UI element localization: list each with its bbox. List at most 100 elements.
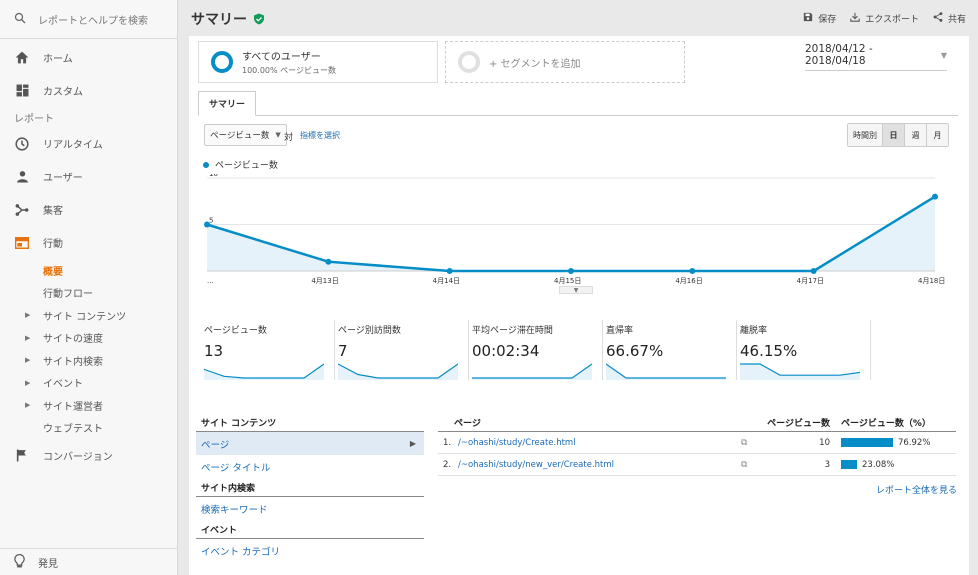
x-tick-label: 4月15日 [554, 277, 581, 285]
metric-dropdown[interactable]: ページビュー数 ▼ [204, 124, 287, 146]
select-metric-link[interactable]: 指標を選択 [300, 130, 340, 141]
x-tick-label: ... [207, 277, 214, 285]
open-link-icon[interactable]: ⧉ [741, 460, 765, 470]
dimension-link[interactable]: イベント カテゴリ [196, 539, 424, 562]
page-title: サマリー [191, 11, 247, 28]
search-label: レポートとヘルプを検索 [38, 15, 148, 27]
scorecard[interactable]: 直帰率 66.67% [603, 320, 737, 380]
nav-discover[interactable]: 発見 [0, 548, 178, 575]
table-body: 1./~ohashi/study/Create.html ⧉ 10 76.92% 2. /… [438, 432, 956, 476]
nav-users[interactable]: ユーザー [0, 160, 177, 193]
nav-acquisition[interactable]: 集客 [0, 193, 177, 226]
nav-home[interactable]: ホーム [0, 41, 177, 74]
header-page: ページ [454, 418, 481, 429]
x-tick-label: 4月13日 [311, 277, 338, 285]
data-point[interactable] [932, 193, 938, 200]
day-button[interactable]: 日 [882, 124, 904, 146]
dimension-link[interactable]: 検索キーワード [196, 497, 424, 520]
subnav-publisher-label: サイト運営者 [43, 401, 103, 413]
subnav-experiments[interactable]: ウェブテスト [0, 417, 177, 440]
open-link-icon[interactable]: ⧉ [741, 438, 765, 448]
page-link[interactable]: /~ohashi/study/new_ver/Create.html [454, 460, 741, 470]
sidebar: レポートとヘルプを検索 ホーム カスタム レポート リアルタイム ユーザー 集客… [0, 0, 178, 575]
data-point[interactable] [568, 268, 574, 274]
scorecard[interactable]: 離脱率 46.15% [737, 320, 871, 380]
month-button[interactable]: 月 [926, 124, 948, 146]
subnav-site-content[interactable]: ▶ サイト コンテンツ [0, 304, 177, 327]
dimension-link[interactable]: ページ ▶ [196, 432, 424, 455]
top-pages-table: ページ ページビュー数 ページビュー数（%） 1./~ohashi/study/… [438, 413, 956, 476]
pageviews-chart: 105... 4月13日 4月14日 4月15日 4月16日 4月17日 4月18日 [204, 174, 945, 285]
search-box[interactable]: レポートとヘルプを検索 [0, 0, 177, 39]
search-icon [14, 12, 26, 27]
sparkline-line [606, 363, 726, 379]
subnav-events[interactable]: ▶ イベント [0, 372, 177, 395]
scorecard[interactable]: 平均ページ滞在時間 00:02:34 [469, 320, 603, 380]
share-icon [933, 12, 943, 25]
save-label: 保存 [818, 15, 837, 25]
dimension-link[interactable]: ページ タイトル [196, 455, 424, 478]
scorecard-value: 66.67% [606, 342, 664, 360]
reports-section-label: レポート [14, 113, 54, 125]
subnav-publisher[interactable]: ▶ サイト運営者 [0, 394, 177, 417]
date-range-picker[interactable]: 2018/04/12 - 2018/04/18 ▼ [805, 43, 947, 71]
y-tick-label: 10 [209, 174, 218, 178]
scorecards: ページビュー数 13 ページ別訪問数 7 平均ページ滞在時間 00:02:34 直帰率 66.… [201, 320, 871, 380]
segment-all-users[interactable]: すべてのユーザー 100.00% ページビュー数 [198, 41, 438, 83]
nav-realtime[interactable]: リアルタイム [0, 127, 177, 160]
week-button[interactable]: 週 [904, 124, 926, 146]
expand-triangle-icon: ▶ [25, 401, 31, 410]
nav-home-label: ホーム [43, 54, 73, 65]
subnav-site-speed[interactable]: ▶ サイトの速度 [0, 327, 177, 350]
row-views: 3 [824, 459, 830, 470]
nav-users-label: ユーザー [43, 173, 83, 184]
subnav-overview[interactable]: 概要 [0, 259, 177, 282]
header-actions: 保存 エクスポート 共有 [803, 12, 966, 25]
expand-triangle-icon: ▶ [25, 333, 31, 342]
export-label: エクスポート [865, 15, 919, 25]
data-point[interactable] [325, 258, 332, 265]
hourly-button[interactable]: 時間別 [848, 124, 882, 146]
export-button[interactable]: エクスポート [850, 12, 919, 25]
scorecard[interactable]: ページビュー数 13 [201, 320, 335, 380]
scorecard[interactable]: ページ別訪問数 7 [335, 320, 469, 380]
data-point[interactable] [446, 268, 453, 274]
share-button[interactable]: 共有 [933, 12, 966, 25]
subnav-site-search[interactable]: ▶ サイト内検索 [0, 349, 177, 372]
chart-legend: ページビュー数 [203, 158, 278, 171]
save-button[interactable]: 保存 [803, 12, 836, 25]
dimension-link-label: ページ [201, 439, 230, 451]
tab-summary[interactable]: サマリー [198, 91, 257, 116]
subnav-site-content-label: サイト コンテンツ [43, 311, 127, 323]
header-pct: ページビュー数（%） [841, 418, 931, 429]
see-full-report-link[interactable]: レポート全体を見る [876, 483, 957, 496]
acquisition-icon [14, 202, 30, 218]
page-link[interactable]: /~ohashi/study/Create.html [454, 438, 741, 448]
nav-discover-label: 発見 [38, 558, 58, 570]
nav-behavior[interactable]: 行動 [0, 226, 177, 259]
segment-subtitle: 100.00% ページビュー数 [242, 66, 336, 75]
scorecard-label: 離脱率 [740, 326, 768, 336]
home-icon [14, 50, 30, 66]
dimension-heading: イベント [196, 520, 424, 539]
row-pct: 23.08% [862, 459, 895, 470]
nav-custom[interactable]: カスタム [0, 74, 177, 107]
subnav-behavior-flow[interactable]: 行動フロー [0, 282, 177, 305]
expand-triangle-icon: ▶ [25, 311, 31, 320]
x-tick-label: 4月17日 [797, 277, 824, 285]
behavior-icon [14, 235, 30, 251]
series-area [207, 196, 935, 271]
page-header: サマリー 保存 エクスポート 共有 [179, 0, 978, 37]
chart-collapse-handle[interactable]: ▼ [559, 286, 593, 294]
sparkline [606, 363, 726, 380]
dimension-heading: サイト内検索 [196, 478, 424, 497]
add-segment-button[interactable]: + セグメントを追加 [445, 41, 685, 83]
nav-conversions[interactable]: コンバージョン [0, 439, 177, 472]
lightbulb-icon [14, 553, 25, 571]
subnav-overview-label: 概要 [43, 266, 63, 278]
legend-label: ページビュー数 [215, 161, 278, 171]
data-point[interactable] [689, 268, 696, 274]
person-icon [14, 169, 30, 185]
data-point[interactable] [810, 268, 817, 274]
data-point[interactable] [204, 221, 210, 228]
